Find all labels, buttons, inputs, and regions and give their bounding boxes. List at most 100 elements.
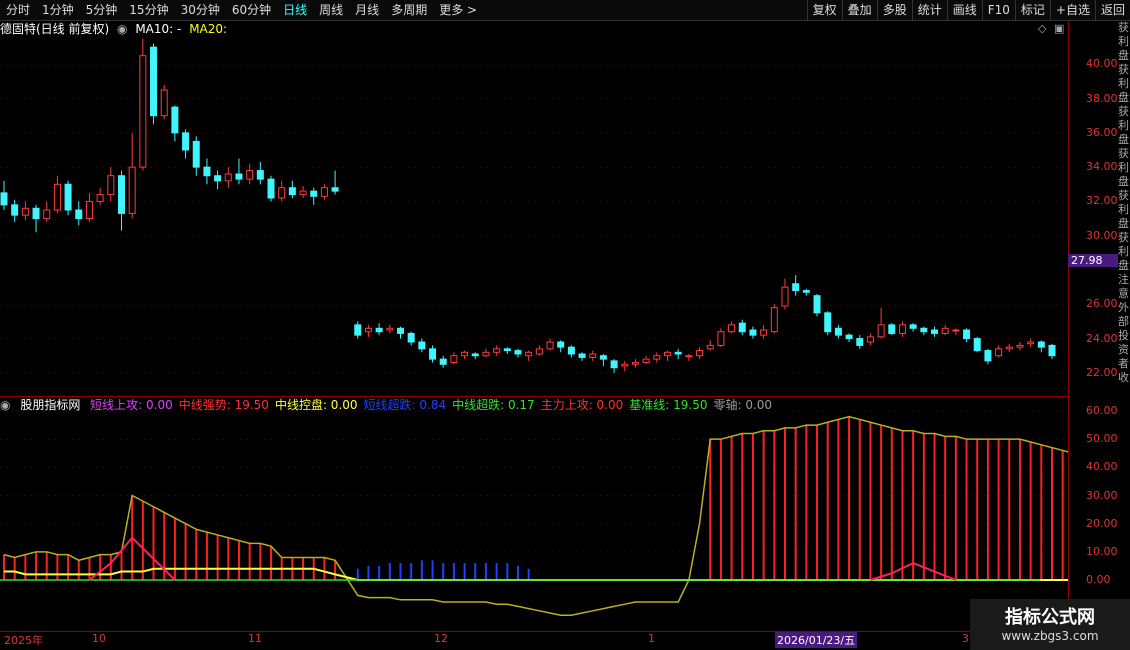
date-axis: 2025年 10 11 12 1 2026/01/23/五 3 (0, 631, 1068, 648)
candle-body (653, 355, 661, 360)
candle-body (256, 170, 264, 180)
indicator-value: 短线超跌: 0.84 (363, 398, 447, 412)
indicator-tick-label: 30.00 (1086, 488, 1118, 502)
candle-body (396, 327, 404, 334)
date-label: 1 (648, 632, 655, 645)
candle-body (150, 46, 158, 117)
indicator-tick-label: 0.00 (1086, 573, 1111, 586)
candle-body (664, 351, 672, 357)
candle-body (429, 348, 437, 360)
candle-body (973, 338, 981, 352)
candle-body (760, 329, 768, 336)
indicator-tick-label: 20.00 (1086, 516, 1118, 530)
candle-body (696, 350, 704, 357)
candle-body (567, 346, 575, 355)
candle-body (909, 324, 917, 329)
watermark-title: 指标公式网 (1005, 607, 1095, 628)
candle-body (984, 350, 992, 362)
side-info-strip: 获利盘获利盘获利盘获利盘获利盘获利盘注意外部投资者收 (1118, 21, 1129, 384)
candle-body (320, 187, 328, 197)
candle-body (717, 331, 725, 346)
candle-body (278, 187, 286, 199)
candle-body (898, 324, 906, 334)
candle-body (631, 362, 639, 365)
price-tick-label: 30.00 (1086, 228, 1118, 242)
candle-body (235, 173, 243, 180)
indicator-tick-label: 10.00 (1086, 544, 1118, 558)
candle-body (471, 353, 479, 357)
price-tick-label: 32.00 (1086, 194, 1118, 208)
candle-body (920, 327, 928, 333)
candle-body (439, 358, 447, 365)
candle-body (331, 187, 339, 192)
candle-body (375, 327, 383, 333)
candle-body (1005, 346, 1013, 350)
candle-body (995, 348, 1003, 357)
candle-body (21, 207, 29, 216)
indicator-settings-icon[interactable]: ◉ (0, 398, 10, 412)
date-label: 11 (248, 632, 262, 645)
candle-body (139, 55, 147, 168)
price-tick-label: 22.00 (1086, 365, 1118, 379)
indicator-value: 零轴: 0.00 (713, 398, 773, 412)
candle-body (11, 204, 19, 216)
price-tick-label: 34.00 (1086, 160, 1118, 174)
candle-body (43, 209, 51, 220)
y-axis-border (1068, 21, 1069, 631)
candle-body (386, 327, 394, 331)
candle-body (299, 190, 307, 196)
candle-body (941, 327, 949, 334)
candle-body (85, 200, 93, 220)
indicator-value: 中线控盘: 0.00 (274, 398, 358, 412)
candle-body (246, 170, 254, 180)
candle-body (706, 344, 714, 350)
candle-body (589, 353, 597, 358)
candle-body (792, 283, 800, 292)
candle-body (781, 286, 789, 307)
candle-body (952, 329, 960, 332)
candle-body (685, 355, 693, 358)
price-tick-label: 26.00 (1086, 297, 1118, 311)
price-tick-label: 36.00 (1086, 125, 1118, 139)
candle-body (824, 312, 832, 333)
candle-body (310, 190, 318, 197)
indicator-name[interactable]: 股朋指标网 (20, 398, 80, 412)
candle-body (128, 166, 136, 214)
candle-body (834, 327, 842, 336)
candle-body (856, 338, 864, 346)
candle-body (1016, 344, 1024, 348)
price-tick-label: 40.00 (1086, 57, 1118, 71)
candle-body (214, 175, 222, 182)
candle-body (288, 187, 296, 196)
candle-body (557, 341, 565, 348)
candle-body (610, 360, 618, 369)
candle-body (674, 351, 682, 355)
action-button[interactable]: 返回 (1094, 0, 1130, 20)
indicator-tick-label: 60.00 (1086, 404, 1118, 417)
candle-body (407, 332, 415, 343)
candle-body (749, 329, 757, 336)
candle-body (802, 290, 810, 293)
indicator-value: 中线强势: 19.50 (178, 398, 269, 412)
date-label: 10 (92, 632, 106, 645)
candle-body (450, 355, 458, 364)
watermark: 指标公式网 www.zbgs3.com (970, 599, 1130, 650)
candle-body (503, 348, 511, 352)
candle-body (32, 207, 40, 220)
candle-body (493, 348, 501, 353)
price-tick-label: 24.00 (1086, 331, 1118, 345)
date-label: 12 (434, 632, 448, 645)
candle-body (738, 322, 746, 333)
candle-body (525, 351, 533, 357)
indicator-value: 短线上攻: 0.00 (90, 398, 173, 412)
indicator-tick-label: 50.00 (1086, 432, 1118, 446)
candle-body (96, 194, 104, 202)
indicator-bar: ◉ 股朋指标网 短线上攻: 0.00 中线强势: 19.50 中线控盘: 0.00 短… (0, 398, 784, 412)
candle-body (0, 192, 8, 206)
candle-body (203, 166, 211, 177)
date-label: 2025年 (4, 634, 43, 647)
candle-body (182, 132, 190, 151)
candle-body (888, 324, 896, 334)
price-tick-label: 38.00 (1086, 91, 1118, 105)
candle-body (364, 327, 372, 333)
